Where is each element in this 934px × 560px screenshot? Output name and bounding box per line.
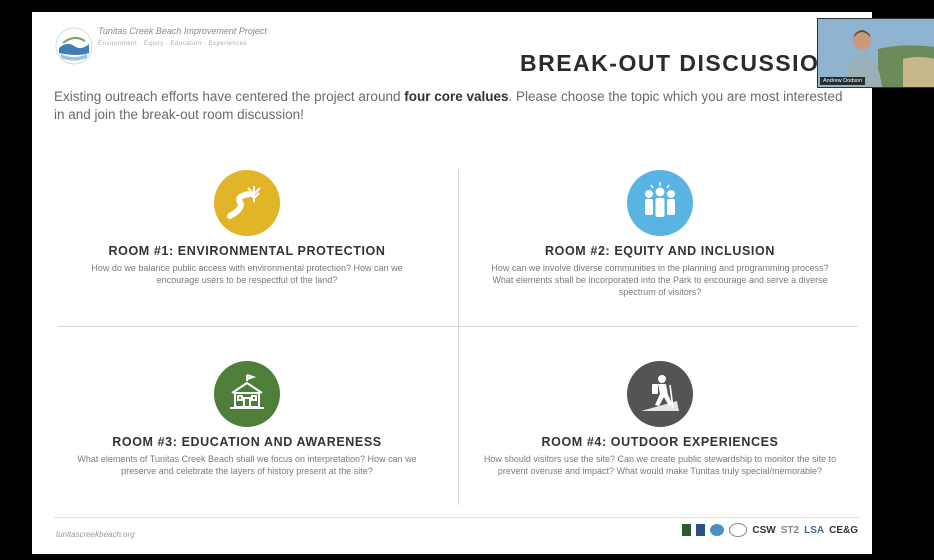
schoolhouse-icon xyxy=(214,361,280,427)
participant-video-tile[interactable]: Andrew Dodson xyxy=(817,18,934,88)
partner-lsa: LSA xyxy=(804,524,825,536)
environment-icon xyxy=(214,170,280,236)
intro-text: Existing outreach efforts have centered … xyxy=(54,89,843,122)
project-logo xyxy=(55,27,93,65)
partner-logo-1-icon xyxy=(682,524,692,536)
intro-bold: four core values xyxy=(404,89,509,104)
room-4-card: ROOM #4: OUTDOOR EXPERIENCES How should … xyxy=(465,361,855,477)
room-4-text: How should visitors use the site? Can we… xyxy=(483,454,837,476)
room-4-title: ROOM #4: OUTDOOR EXPERIENCES xyxy=(541,435,779,449)
room-3-text: What elements of Tunitas Creek Beach sha… xyxy=(77,454,417,476)
partner-logo-2-icon xyxy=(696,524,706,536)
slide-title: BREAK-OUT DISCUSSIO xyxy=(520,50,820,76)
partner-logos: CSW ST2 LSA CE&G xyxy=(682,523,858,537)
room-2-text: How can we involve diverse communities i… xyxy=(491,263,829,297)
people-group-icon xyxy=(627,170,693,236)
footer-url: tunitascreekbeach.org xyxy=(56,530,135,539)
room-1-title: ROOM #1: ENVIRONMENTAL PROTECTION xyxy=(108,244,386,258)
room-2-title: ROOM #2: EQUITY AND INCLUSION xyxy=(545,244,775,258)
room-1-text: How do we balance public access with env… xyxy=(91,263,403,285)
project-title: Tunitas Creek Beach Improvement Project xyxy=(98,26,267,36)
footer-divider xyxy=(54,517,860,518)
partner-logo-3-icon xyxy=(710,524,725,536)
vertical-divider xyxy=(458,170,459,505)
partner-st2: ST2 xyxy=(780,524,800,536)
partner-logo-4-icon xyxy=(729,523,748,537)
room-2-card: ROOM #2: EQUITY AND INCLUSION How can we… xyxy=(465,170,855,298)
participant-name: Andrew Dodson xyxy=(820,77,866,85)
partner-csw: CSW xyxy=(752,524,776,536)
room-3-card: ROOM #3: EDUCATION AND AWARENESS What el… xyxy=(52,361,442,477)
project-subtitle: Environment · Equity · Education · Exper… xyxy=(98,41,248,47)
room-1-card: ROOM #1: ENVIRONMENTAL PROTECTION How do… xyxy=(52,170,442,286)
horizontal-divider xyxy=(58,326,858,327)
room-3-title: ROOM #3: EDUCATION AND AWARENESS xyxy=(112,435,382,449)
partner-ceg: CE&G xyxy=(829,524,858,536)
presentation-slide: Tunitas Creek Beach Improvement Project … xyxy=(32,12,872,554)
hiker-icon xyxy=(627,361,693,427)
